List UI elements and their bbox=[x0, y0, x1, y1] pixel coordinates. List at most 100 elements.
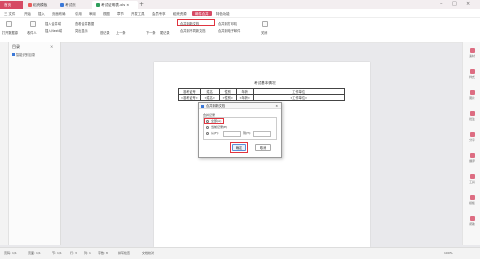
menu-file[interactable]: 三 文件 bbox=[4, 11, 15, 16]
tab-exam-doc[interactable]: 考试页面.docx bbox=[56, 1, 90, 15]
merge-to-email-button[interactable]: 合并到电子邮件 bbox=[218, 28, 240, 33]
tab-label: 考试证明表.xls bbox=[101, 3, 126, 7]
merge-field-cell[interactable]: «准考证号» bbox=[178, 94, 201, 101]
right-rail: 素材 样式 图片 批注 分享 翻译 工具 模板 帮助 bbox=[462, 42, 480, 245]
right-rail-item[interactable]: 图片 bbox=[465, 90, 479, 100]
view-merged-button[interactable]: 查看合并数据 bbox=[75, 21, 94, 26]
right-rail-item[interactable]: 模板 bbox=[465, 195, 479, 205]
merge-to-printer-button[interactable]: 合并到打印机 bbox=[218, 21, 237, 26]
close-icon[interactable]: × bbox=[466, 1, 470, 7]
status-section: 节: 1/1 bbox=[52, 251, 62, 255]
zoom-level[interactable]: 100% bbox=[444, 251, 453, 255]
right-rail-item[interactable]: 帮助 bbox=[465, 216, 479, 226]
to-input[interactable] bbox=[253, 130, 271, 137]
right-rail-label: 工具 bbox=[469, 180, 475, 184]
doc-proof[interactable]: 文档校对 bbox=[142, 251, 154, 255]
radio-current[interactable] bbox=[206, 125, 209, 129]
merge-field-cell[interactable]: «年龄» bbox=[235, 94, 254, 101]
right-rail-label: 模板 bbox=[469, 201, 475, 205]
close-merge-icon bbox=[262, 21, 268, 27]
recipients-button[interactable]: 收件人 bbox=[27, 30, 37, 35]
menu-bar: 三 文件 开始 插入 页面布局 引用 审阅 视图 章节 开发工具 会员专享 稻壳… bbox=[0, 9, 480, 18]
menu-review[interactable]: 审阅 bbox=[89, 11, 96, 16]
right-rail-label: 翻译 bbox=[469, 159, 475, 163]
from-input[interactable] bbox=[223, 130, 241, 137]
table-row: «准考证号» «姓名» «性别» «年龄» «工作单位» bbox=[178, 94, 345, 101]
ok-button[interactable]: 确定 bbox=[232, 144, 246, 151]
right-rail-item[interactable]: 翻译 bbox=[465, 153, 479, 163]
picture-icon bbox=[469, 90, 475, 95]
radio-current-label: 当前记录(E) bbox=[211, 125, 228, 129]
docer-icon bbox=[28, 2, 32, 7]
right-rail-item[interactable]: 工具 bbox=[465, 174, 479, 184]
menu-special[interactable]: 特色功能 bbox=[216, 11, 230, 16]
close-icon[interactable]: × bbox=[50, 44, 53, 49]
status-page: 页码: 1/1 bbox=[4, 251, 17, 255]
radio-all[interactable] bbox=[206, 119, 209, 123]
minimize-icon[interactable]: – bbox=[440, 1, 443, 7]
prev-record-button[interactable]: 上一条 bbox=[116, 30, 126, 35]
status-row: 行: 3 bbox=[70, 251, 77, 255]
right-rail-item[interactable]: 分享 bbox=[465, 132, 479, 142]
toc-sidebar: 目录 × 智能识别目录 bbox=[0, 42, 61, 245]
menu-chapter[interactable]: 章节 bbox=[117, 11, 124, 16]
highlight-button[interactable]: 突出显示 bbox=[75, 28, 88, 33]
left-rail bbox=[0, 42, 9, 245]
tab-label: 稻壳模板 bbox=[33, 3, 48, 7]
to-label: 到(T): bbox=[243, 131, 252, 135]
close-merge-button[interactable]: 关闭 bbox=[261, 30, 267, 35]
merge-to-new-button[interactable]: 合并到新文档 bbox=[180, 21, 199, 26]
menu-layout[interactable]: 页面布局 bbox=[52, 11, 66, 16]
toc-item-smart[interactable]: 智能识别目录 bbox=[12, 52, 35, 57]
status-chars[interactable]: 字数: 8 bbox=[98, 251, 108, 255]
maximize-icon[interactable]: □ bbox=[452, 1, 457, 7]
smart-toc-icon bbox=[12, 53, 15, 56]
menu-view[interactable]: 视图 bbox=[103, 11, 110, 16]
open-source-button[interactable]: 打开数据源 bbox=[2, 30, 18, 35]
exam-table: 准考证号 姓名 性别 年龄 工作单位 «准考证号» «姓名» «性别» «年龄»… bbox=[178, 88, 345, 101]
right-rail-item[interactable]: 批注 bbox=[465, 111, 479, 121]
insert-merge-field-button[interactable]: 插入合并域 bbox=[45, 21, 61, 26]
right-rail-label: 素材 bbox=[469, 54, 475, 58]
translate-icon bbox=[469, 153, 475, 158]
cancel-button[interactable]: 取消 bbox=[255, 144, 271, 151]
menu-dev-tools[interactable]: 开发工具 bbox=[131, 11, 145, 16]
share-icon bbox=[469, 132, 475, 137]
help-icon bbox=[469, 216, 475, 221]
first-record-button[interactable]: 首记录 bbox=[100, 30, 110, 35]
menu-member[interactable]: 会员专享 bbox=[152, 11, 166, 16]
recipients-icon bbox=[30, 21, 36, 27]
close-icon[interactable]: × bbox=[275, 103, 278, 109]
new-tab-plus-icon[interactable]: + bbox=[139, 1, 144, 8]
right-rail-label: 分享 bbox=[469, 138, 475, 142]
material-icon bbox=[469, 48, 475, 53]
tab-home[interactable]: 首页 bbox=[0, 1, 23, 9]
merge-field-cell[interactable]: «姓名» bbox=[199, 94, 220, 101]
merge-field-cell[interactable]: «工作单位» bbox=[252, 94, 345, 101]
toc-title: 目录 bbox=[12, 44, 20, 49]
dialog-title-text: 合并到新文档 bbox=[206, 104, 226, 108]
tab-exam-sheet[interactable]: 考试证明表.xls × bbox=[92, 1, 138, 9]
merge-to-different-button[interactable]: 合并到不同新文档 bbox=[180, 28, 206, 33]
menu-references[interactable]: 引用 bbox=[75, 11, 82, 16]
menu-docer[interactable]: 稻壳资源 bbox=[173, 11, 187, 16]
radio-all-label: 全部(A) bbox=[211, 119, 222, 123]
merge-field-cell[interactable]: «性别» bbox=[218, 94, 237, 101]
right-rail-item[interactable]: 样式 bbox=[465, 69, 479, 79]
menu-home[interactable]: 开始 bbox=[24, 11, 31, 16]
right-rail-label: 批注 bbox=[469, 117, 475, 121]
status-pages: 页面: 1/1 bbox=[28, 251, 41, 255]
menu-mail-merge[interactable]: 邮件合并 bbox=[192, 10, 212, 16]
tab-docer-templates[interactable]: 稻壳模板 bbox=[24, 1, 55, 9]
insert-next-button[interactable]: 插入Next域 bbox=[45, 28, 62, 33]
last-record-button[interactable]: 尾记录 bbox=[160, 30, 170, 35]
right-rail-label: 图片 bbox=[469, 96, 475, 100]
menu-insert[interactable]: 插入 bbox=[38, 11, 45, 16]
tools-icon bbox=[469, 174, 475, 179]
template-icon bbox=[469, 195, 475, 200]
toc-item-label: 智能识别目录 bbox=[16, 53, 36, 57]
radio-from[interactable] bbox=[206, 131, 209, 135]
spell-check[interactable]: 拼写检查 bbox=[118, 251, 130, 255]
next-record-button[interactable]: 下一条 bbox=[146, 30, 156, 35]
right-rail-item[interactable]: 素材 bbox=[465, 48, 479, 58]
